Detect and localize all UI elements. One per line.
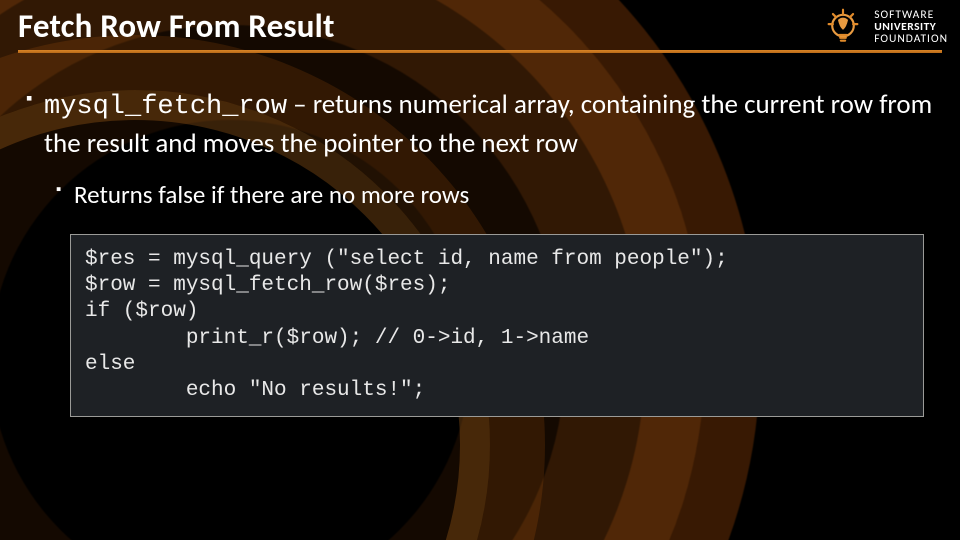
brand-name: SOFTWARE UNIVERSITY FOUNDATION <box>874 9 948 45</box>
bullet-2-text: Returns false if there are no more rows <box>74 179 469 210</box>
brand-line-3: FOUNDATION <box>874 33 948 45</box>
slide-body: mysql_fetch_row – returns numerical arra… <box>0 53 960 417</box>
inline-code: mysql_fetch_row <box>44 92 287 122</box>
bullet-level-2: Returns false if there are no more rows <box>56 179 934 212</box>
code-block: $res = mysql_query ("select id, name fro… <box>70 234 924 418</box>
brand-logo: SOFTWARE UNIVERSITY FOUNDATION <box>820 4 948 50</box>
slide-title: Fetch Row From Result <box>18 6 942 46</box>
bullet-level-1: mysql_fetch_row – returns numerical arra… <box>26 87 934 161</box>
lightbulb-icon <box>820 4 866 50</box>
